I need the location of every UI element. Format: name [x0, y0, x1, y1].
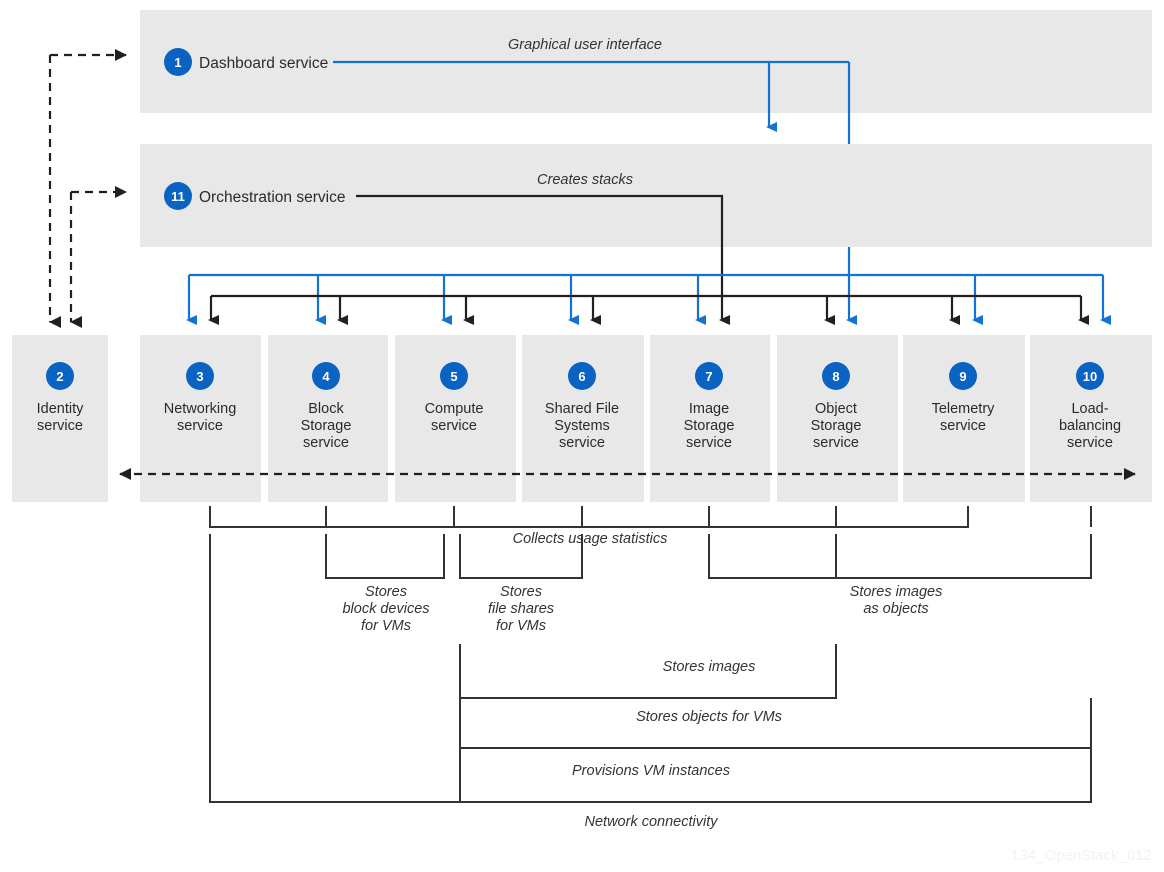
load-balancing-label-line3: service: [1067, 435, 1113, 451]
object-storage-label-line3: service: [813, 435, 859, 451]
orchestration-label: Orchestration service: [199, 189, 345, 206]
block-storage-label-line1: Block: [308, 401, 344, 417]
stores-block-bracket: [325, 534, 445, 579]
identity-dashed-connectors: [48, 49, 127, 328]
relation-stores-images-as-objects: Stores images as objects: [708, 534, 1092, 617]
collects-usage-label: Collects usage statistics: [513, 531, 668, 547]
service-box-compute[interactable]: 5 Compute service: [395, 335, 516, 502]
relation-collects-usage-statistics: Collects usage statistics: [209, 506, 1092, 547]
compute-label-line1: Compute: [425, 401, 484, 417]
networking-label-line2: service: [177, 418, 223, 434]
compute-number: 5: [450, 369, 457, 384]
relation-stores-file-shares: Stores file shares for VMs: [459, 534, 583, 634]
service-box-identity[interactable]: 2 Identity service: [12, 335, 108, 502]
telemetry-number: 9: [959, 369, 966, 384]
dashboard-label: Dashboard service: [199, 55, 328, 72]
service-box-block-storage[interactable]: 4 Block Storage service: [268, 335, 388, 502]
shared-file-systems-label-line2: Systems: [554, 418, 610, 434]
stores-block-label-3: for VMs: [361, 618, 411, 634]
service-box-image-storage[interactable]: 7 Image Storage service: [650, 335, 770, 502]
service-box-shared-file-systems[interactable]: 6 Shared File Systems service: [522, 335, 644, 502]
load-balancing-number: 10: [1083, 369, 1097, 384]
object-storage-label-line1: Object: [815, 401, 857, 417]
service-bus-blue: [186, 273, 1111, 325]
telemetry-label-line1: Telemetry: [932, 401, 996, 417]
provisions-vm-bracket: [459, 748, 1092, 803]
image-storage-label-line2: Storage: [684, 418, 735, 434]
stores-objects-label: Stores objects for VMs: [636, 709, 782, 725]
relation-provisions-vm-instances: Provisions VM instances: [459, 748, 1092, 803]
relation-stores-images: Stores images: [459, 644, 837, 699]
network-connectivity-bracket: [209, 534, 1091, 803]
service-box-load-balancing[interactable]: 10 Load- balancing service: [1030, 335, 1152, 502]
service-box-telemetry[interactable]: 9 Telemetry service: [903, 335, 1025, 502]
image-storage-label-line1: Image: [689, 401, 729, 417]
load-balancing-label-line2: balancing: [1059, 418, 1121, 434]
service-bus-black: [208, 294, 1089, 325]
networking-label-line1: Networking: [164, 401, 237, 417]
compute-label-line2: service: [431, 418, 477, 434]
stores-block-label-1: Stores: [365, 584, 407, 600]
load-balancing-label-line1: Load-: [1071, 401, 1108, 417]
dashboard-edge-label: Graphical user interface: [508, 37, 662, 53]
stores-shares-label-2: file shares: [488, 601, 554, 617]
stores-block-label-2: block devices: [342, 601, 429, 617]
shared-file-systems-label-line3: service: [559, 435, 605, 451]
collects-usage-bracket: [209, 506, 969, 528]
networking-number: 3: [196, 369, 203, 384]
image-storage-label-line3: service: [686, 435, 732, 451]
identity-label-line1: Identity: [37, 401, 84, 417]
stores-shares-label-3: for VMs: [496, 618, 546, 634]
stores-shares-label-1: Stores: [500, 584, 542, 600]
object-storage-number: 8: [832, 369, 839, 384]
identity-number: 2: [56, 369, 63, 384]
object-storage-label-line2: Storage: [811, 418, 862, 434]
stores-images-objects-bracket: [708, 534, 1092, 579]
watermark-label: 134_OpenStack_012: [1011, 847, 1152, 864]
block-storage-label-line2: Storage: [301, 418, 352, 434]
provisions-vm-label: Provisions VM instances: [572, 763, 730, 779]
openstack-architecture-diagram: 1 Dashboard service Graphical user inter…: [0, 0, 1164, 872]
stores-img-obj-label-1: Stores images: [850, 584, 943, 600]
dashboard-number: 1: [174, 55, 181, 70]
stores-images-label: Stores images: [663, 659, 756, 675]
telemetry-label-line2: service: [940, 418, 986, 434]
service-box-object-storage[interactable]: 8 Object Storage service: [777, 335, 898, 502]
network-connectivity-label: Network connectivity: [585, 814, 719, 830]
relation-stores-objects-for-vms: Stores objects for VMs: [459, 698, 1092, 749]
block-storage-number: 4: [322, 369, 330, 384]
block-storage-label-line3: service: [303, 435, 349, 451]
shared-file-systems-number: 6: [578, 369, 585, 384]
orchestration-edge-label: Creates stacks: [537, 172, 633, 188]
service-boxes: 2 Identity service 3 Networking service …: [12, 335, 1152, 502]
stores-images-bracket: [459, 644, 837, 699]
image-storage-number: 7: [705, 369, 712, 384]
identity-label-line2: service: [37, 418, 83, 434]
relation-stores-block-devices: Stores block devices for VMs: [325, 534, 445, 634]
orchestration-number: 11: [171, 189, 185, 204]
service-box-networking[interactable]: 3 Networking service: [140, 335, 261, 502]
shared-file-systems-label-line1: Shared File: [545, 401, 619, 417]
stores-img-obj-label-2: as objects: [863, 601, 928, 617]
